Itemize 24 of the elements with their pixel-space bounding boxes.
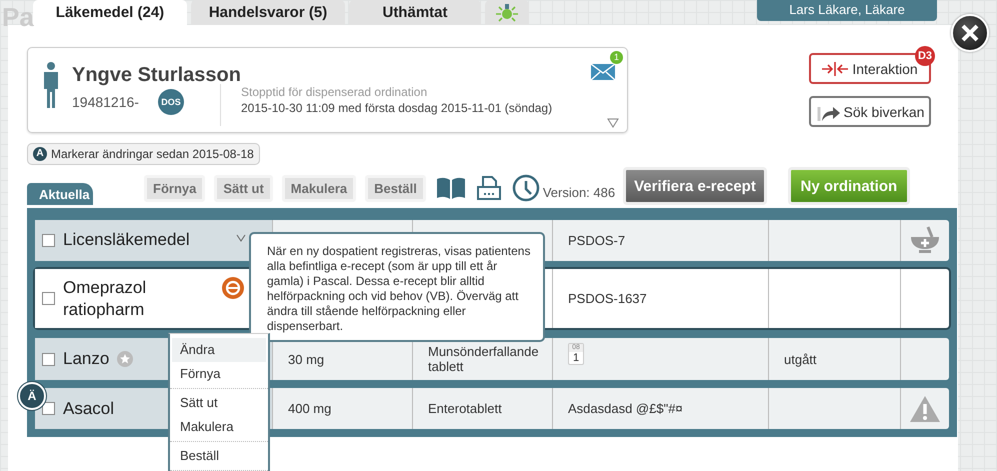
code-text: PSDOS-1637 [568,291,647,306]
stop-label: Stopptid för dispenserad ordination [241,84,428,100]
form-text: Enterotablett [428,401,502,416]
strength-text: 30 mg [288,352,324,367]
form-text: Munsönderfallande tablett [428,344,540,374]
change-badge: Ä [18,382,46,410]
mail-count-badge: 1 [610,51,623,64]
changes-text: Markerar ändringar sedan 2015-08-18 [51,147,254,161]
patient-name: Yngve Sturlasson [72,63,241,88]
strength-text: 400 mg [288,401,332,416]
patient-id: 19481216- [72,94,140,110]
version-text: Version: 486 [542,184,616,200]
status-text: utgått [784,352,817,367]
medication-name: Lanzo [63,348,110,370]
stop-text: 2015-10-30 11:09 med första dosdag 2015-11-01 (söndag) [241,100,552,116]
medication-name: Licensläkemedel [63,229,190,252]
interaction-badge: D3 [915,46,935,66]
code-text: PSDOS-7 [568,232,626,248]
medication-name: Asacol [63,398,114,420]
info-tooltip: När en ny dospatient registreras, visas patientens alla befintliga e-recept (som är upp till ett år gamla) i Pascal. Dessa e-recept blir alltid helförpackning och vid behov (VB). Överväg att ändra till stående helförpackning eller dispenserbart. [249,232,545,342]
change-marker-badge: A [33,147,47,161]
code-text: Asdasdasd @£$"#¤ [568,401,683,416]
dos-badge: DOS [158,89,184,115]
medication-name: Omeprazol ratiopharm [63,276,148,321]
